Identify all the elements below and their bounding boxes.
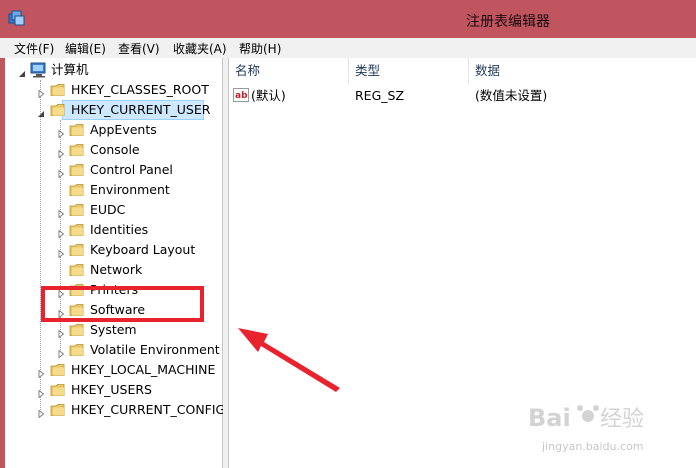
- tree-root-computer[interactable]: 计算机: [51, 60, 89, 80]
- folder-icon: [69, 263, 85, 280]
- folder-icon: [50, 383, 66, 400]
- tree-key-console[interactable]: Console: [90, 140, 140, 160]
- folder-icon: [69, 123, 85, 140]
- collapse-arrow-icon[interactable]: [37, 386, 45, 401]
- folder-icon: [69, 323, 85, 340]
- collapse-arrow-icon[interactable]: [37, 406, 45, 421]
- folder-icon: [69, 163, 85, 180]
- string-value-icon: ab: [233, 88, 249, 105]
- folder-icon: [50, 83, 66, 100]
- folder-icon: [50, 363, 66, 380]
- tree-hive-hkey-local-machine[interactable]: HKEY_LOCAL_MACHINE: [71, 360, 215, 380]
- menu-help[interactable]: 帮助(H): [239, 40, 281, 57]
- collapse-arrow-icon[interactable]: [57, 326, 65, 341]
- tree-key-volatile-environment[interactable]: Volatile Environment: [90, 340, 220, 360]
- baidu-watermark-logo: Bai 经验: [528, 404, 644, 432]
- watermark-url: jingyan.baidu.com: [542, 440, 644, 453]
- tree-hive-hkey-classes-root[interactable]: HKEY_CLASSES_ROOT: [71, 80, 209, 100]
- expand-arrow-icon[interactable]: [37, 106, 45, 121]
- folder-icon: [69, 203, 85, 220]
- folder-icon: [50, 403, 66, 420]
- computer-icon: [30, 62, 48, 81]
- menu-view[interactable]: 查看(V): [118, 40, 160, 57]
- tree-key-environment[interactable]: Environment: [90, 180, 170, 200]
- collapse-arrow-icon[interactable]: [57, 146, 65, 161]
- collapse-arrow-icon[interactable]: [57, 246, 65, 261]
- tree-key-identities[interactable]: Identities: [90, 220, 148, 240]
- column-name[interactable]: 名称: [229, 58, 349, 84]
- svg-text:Bai: Bai: [528, 404, 571, 432]
- tree-key-system[interactable]: System: [90, 320, 137, 340]
- tree-key-appevents[interactable]: AppEvents: [90, 120, 157, 140]
- folder-icon: [50, 103, 66, 120]
- column-type[interactable]: 类型: [349, 58, 469, 84]
- collapse-arrow-icon[interactable]: [57, 206, 65, 221]
- menu-file[interactable]: 文件(F): [14, 40, 54, 57]
- collapse-arrow-icon[interactable]: [57, 126, 65, 141]
- value-type: REG_SZ: [355, 88, 405, 103]
- folder-icon: [69, 183, 85, 200]
- folder-icon: [69, 343, 85, 360]
- tree-hive-hkey-current-user[interactable]: HKEY_CURRENT_USER: [71, 100, 210, 120]
- menu-bar: 文件(F) 编辑(E) 查看(V) 收藏夹(A) 帮助(H): [0, 38, 696, 59]
- expand-arrow-icon[interactable]: [18, 66, 26, 81]
- menu-edit[interactable]: 编辑(E): [65, 40, 106, 57]
- value-name[interactable]: (默认): [251, 86, 286, 106]
- value-data: (数值未设置): [475, 88, 548, 103]
- folder-icon: [69, 223, 85, 240]
- svg-text:经验: 经验: [600, 407, 644, 432]
- collapse-arrow-icon[interactable]: [57, 346, 65, 361]
- svg-text:ab: ab: [235, 91, 248, 101]
- window-title: 注册表编辑器: [466, 14, 550, 30]
- tree-key-eudc[interactable]: EUDC: [90, 200, 125, 220]
- annotation-arrow-icon: [238, 328, 340, 392]
- tree-key-network[interactable]: Network: [90, 260, 142, 280]
- folder-icon: [69, 243, 85, 260]
- tree-guide: [40, 80, 41, 410]
- annotation-highlight-box: [41, 286, 204, 322]
- tree-key-control-panel[interactable]: Control Panel: [90, 160, 173, 180]
- collapse-arrow-icon[interactable]: [37, 86, 45, 101]
- tree-hive-hkey-current-config[interactable]: HKEY_CURRENT_CONFIG: [71, 400, 225, 420]
- tree-hive-hkey-users[interactable]: HKEY_USERS: [71, 380, 152, 400]
- tree-key-keyboard-layout[interactable]: Keyboard Layout: [90, 240, 195, 260]
- regedit-icon[interactable]: [8, 10, 26, 29]
- title-bar: 注册表编辑器: [0, 0, 696, 38]
- collapse-arrow-icon[interactable]: [57, 226, 65, 241]
- column-data[interactable]: 数据: [469, 58, 696, 84]
- collapse-arrow-icon[interactable]: [37, 366, 45, 381]
- collapse-arrow-icon[interactable]: [57, 166, 65, 181]
- menu-favorites[interactable]: 收藏夹(A): [173, 40, 227, 57]
- folder-icon: [69, 143, 85, 160]
